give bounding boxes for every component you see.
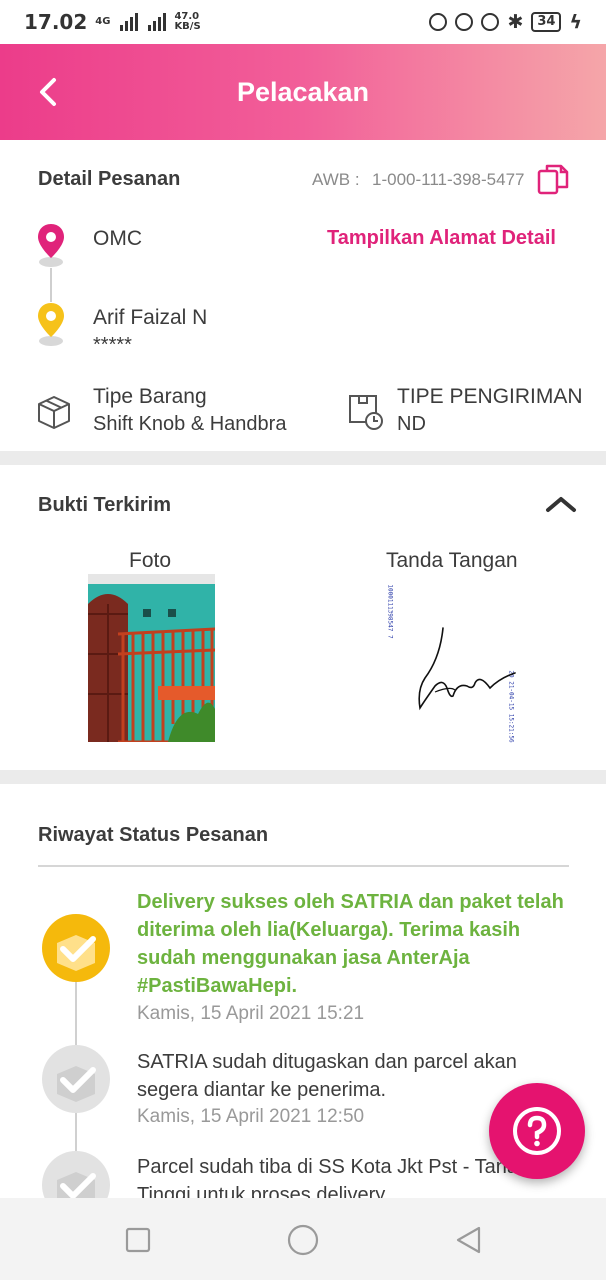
- check-pending-icon: [42, 1045, 110, 1113]
- origin-name: OMC: [93, 227, 142, 250]
- proof-heading: Bukti Terkirim: [38, 494, 171, 516]
- check-success-icon: [42, 914, 110, 982]
- photo-label: Foto: [129, 549, 172, 572]
- signature-scribble: [418, 627, 516, 711]
- destination-pin-icon: [38, 303, 64, 346]
- signature-stamp-top: 1000111398547 7: [386, 584, 394, 639]
- origin-pin-icon: [38, 224, 64, 267]
- item-type-label: Tipe Barang: [93, 385, 207, 408]
- back-nav-icon[interactable]: [454, 1225, 482, 1255]
- shipping-time-icon: [349, 395, 383, 430]
- shipping-type-label: TIPE PENGIRIMAN: [397, 385, 583, 408]
- section-divider-2: [0, 770, 606, 784]
- order-detail-heading: Detail Pesanan: [38, 168, 181, 190]
- signal-icon-2: [148, 13, 167, 31]
- question-mark-icon: [513, 1107, 561, 1155]
- history-item-text: Delivery sukses oleh SATRIA dan paket te…: [137, 891, 564, 997]
- recent-apps-icon[interactable]: [125, 1227, 151, 1253]
- signal-icon: [120, 13, 139, 31]
- history-heading: Riwayat Status Pesanan: [38, 824, 269, 846]
- delivery-photo[interactable]: [88, 574, 215, 742]
- awb-number: 1-000-111-398-5477: [372, 170, 525, 189]
- system-nav-bar: [0, 1198, 606, 1280]
- chevron-up-icon[interactable]: [545, 494, 577, 514]
- history-divider: [38, 865, 569, 867]
- route-line: [50, 268, 52, 302]
- lock-icon: [455, 13, 474, 31]
- history-item-date: Kamis, 15 April 2021 15:21: [137, 1003, 365, 1024]
- back-arrow-icon[interactable]: [34, 74, 62, 110]
- history-item-date: Kamis, 15 April 2021 12:50: [137, 1106, 365, 1127]
- network-type: 4G: [95, 16, 111, 27]
- battery-icon: 34: [531, 12, 562, 32]
- copy-icon[interactable]: [537, 163, 569, 195]
- help-button[interactable]: [489, 1083, 585, 1179]
- awb-label: AWB :: [312, 170, 360, 189]
- vibrate-icon: [429, 13, 448, 31]
- history-item-text: SATRIA sudah ditugaskan dan parcel akan …: [137, 1051, 517, 1101]
- signature-image[interactable]: 1000111398547 7 20 21-04-15 15:21:56: [387, 578, 525, 743]
- package-box-icon: [38, 396, 70, 429]
- net-speed: 47.0 KB/S: [174, 11, 201, 32]
- bluetooth-icon: ✱: [507, 11, 524, 33]
- page-title: Pelacakan: [236, 76, 370, 107]
- alarm-icon: [481, 13, 500, 31]
- home-icon[interactable]: [287, 1224, 319, 1256]
- app-bar: Pelacakan: [0, 44, 606, 140]
- receiver-masked-phone: *****: [93, 334, 132, 356]
- signature-label: Tanda Tangan: [386, 549, 518, 572]
- section-divider: [0, 451, 606, 465]
- status-bar: 17.02 4G 47.0 KB/S ✱ 34 ϟ: [0, 0, 606, 44]
- shipping-type-value: ND: [397, 413, 426, 435]
- receiver-name: Arif Faizal N: [93, 306, 208, 329]
- clock: 17.02: [24, 10, 88, 34]
- delivery-photo-image: [88, 574, 215, 742]
- item-type-value: Shift Knob & Handbra: [93, 413, 287, 435]
- charging-icon: ϟ: [569, 11, 582, 33]
- show-address-detail-link[interactable]: Tampilkan Alamat Detail: [327, 227, 556, 250]
